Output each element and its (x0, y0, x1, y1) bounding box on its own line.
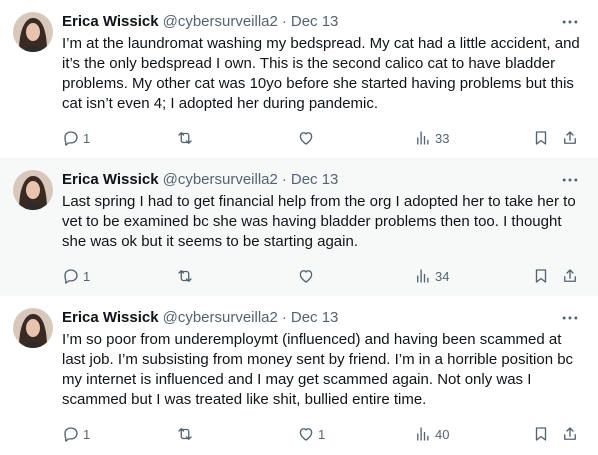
author-handle[interactable]: @cybersurveilla2 (163, 12, 278, 32)
author-handle[interactable]: @cybersurveilla2 (163, 308, 278, 328)
bookmark-icon (535, 131, 547, 145)
tweet-text: Last spring I had to get financial help … (62, 193, 576, 250)
action-bar: 1 33 (62, 128, 582, 148)
view-count: 34 (435, 268, 450, 284)
retweet-icon (178, 132, 192, 144)
author-name[interactable]: Erica Wissick (62, 12, 159, 32)
views-icon (417, 131, 429, 145)
retweet-button[interactable] (176, 128, 197, 148)
author-name[interactable]: Erica Wissick (62, 308, 159, 328)
tweet[interactable]: Erica Wissick @cybersurveilla2 · Dec 13 … (0, 296, 598, 455)
view-count: 40 (435, 426, 450, 442)
like-count: 1 (318, 426, 326, 442)
views-icon (417, 269, 429, 283)
more-icon[interactable] (560, 170, 580, 190)
retweet-icon (178, 428, 192, 440)
author-name[interactable]: Erica Wissick (62, 170, 159, 190)
retweet-icon (178, 270, 192, 282)
bookmark-button[interactable] (532, 266, 550, 286)
tweet-date[interactable]: Dec 13 (291, 12, 339, 32)
bookmark-button[interactable] (532, 128, 550, 148)
reply-count: 1 (83, 426, 91, 442)
bookmark-button[interactable] (532, 424, 550, 444)
like-button[interactable] (297, 128, 318, 148)
separator-dot: · (281, 171, 287, 188)
action-bar: 1 1 40 (62, 424, 582, 444)
separator-dot: · (281, 13, 287, 30)
reply-button[interactable]: 1 (62, 424, 90, 444)
like-button[interactable] (297, 266, 318, 286)
reply-icon (64, 269, 78, 284)
tweet-date[interactable]: Dec 13 (291, 170, 339, 190)
separator-dot: · (281, 309, 287, 326)
reply-icon (64, 131, 78, 146)
share-icon (564, 131, 576, 144)
tweet[interactable]: Erica Wissick @cybersurveilla2 · Dec 13 … (0, 158, 598, 296)
more-icon[interactable] (560, 12, 580, 32)
share-icon (564, 427, 576, 440)
avatar[interactable] (13, 170, 53, 210)
view-count: 33 (435, 130, 450, 146)
tweet-text: I’m so poor from underemploymt (influenc… (62, 331, 574, 408)
views-button[interactable]: 34 (414, 266, 449, 286)
reply-count: 1 (83, 268, 91, 284)
avatar[interactable] (13, 12, 53, 52)
views-icon (417, 427, 429, 441)
share-button[interactable] (561, 424, 579, 444)
retweet-button[interactable] (176, 266, 197, 286)
retweet-button[interactable] (176, 424, 197, 444)
more-icon[interactable] (560, 308, 580, 328)
tweet[interactable]: Erica Wissick @cybersurveilla2 · Dec 13 … (0, 0, 598, 158)
reply-icon (64, 427, 78, 442)
reply-button[interactable]: 1 (62, 266, 90, 286)
reply-button[interactable]: 1 (62, 128, 90, 148)
like-icon (299, 132, 313, 145)
author-handle[interactable]: @cybersurveilla2 (163, 170, 278, 190)
tweet-text: I’m at the laundromat washing my bedspre… (62, 35, 580, 112)
share-icon (564, 269, 576, 282)
like-icon (299, 428, 313, 441)
share-button[interactable] (561, 266, 579, 286)
like-icon (299, 270, 313, 283)
bookmark-icon (535, 427, 547, 441)
views-button[interactable]: 33 (414, 128, 449, 148)
share-button[interactable] (561, 128, 579, 148)
reply-count: 1 (83, 130, 91, 146)
avatar[interactable] (13, 308, 53, 348)
views-button[interactable]: 40 (414, 424, 449, 444)
action-bar: 1 34 (62, 266, 582, 286)
like-button[interactable]: 1 (297, 424, 325, 444)
bookmark-icon (535, 269, 547, 283)
tweet-date[interactable]: Dec 13 (291, 308, 339, 328)
